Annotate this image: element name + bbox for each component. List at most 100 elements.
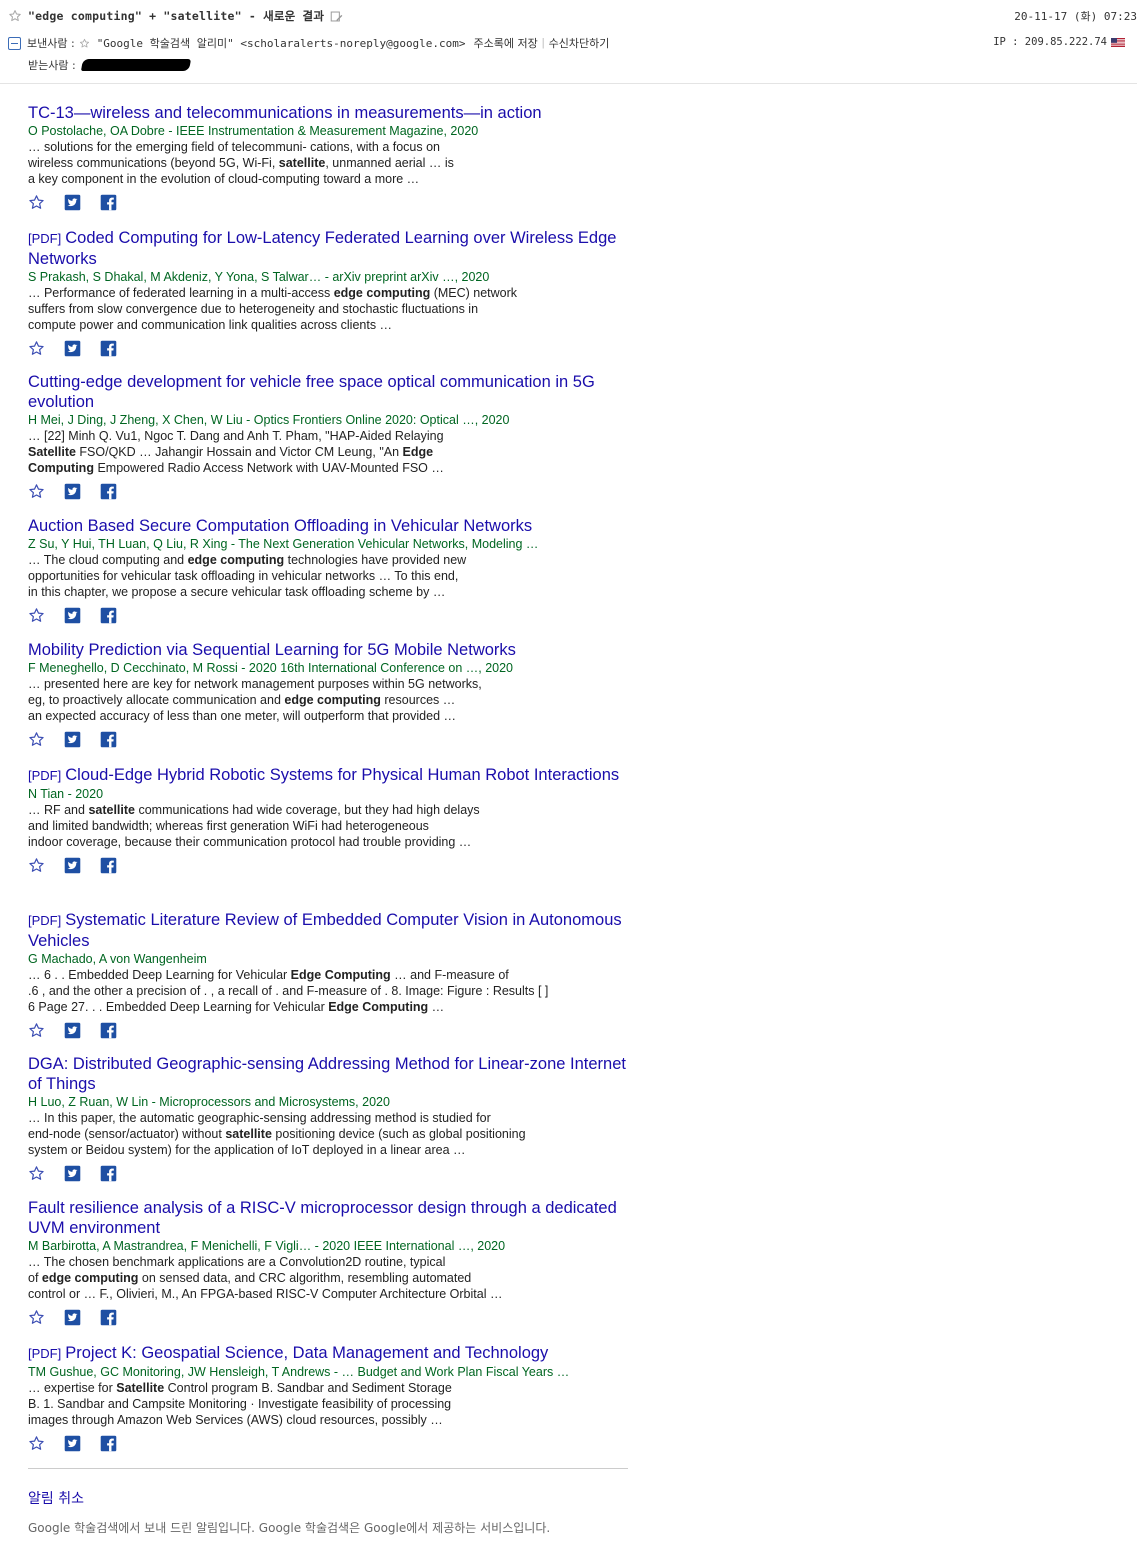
snippet-highlight: Satellite (28, 445, 76, 459)
cancel-alert-link[interactable]: 알림 취소 (28, 1488, 84, 1508)
result-authors: H Luo, Z Ruan, W Lin - Microprocessors a… (28, 1095, 390, 1109)
search-result: DGA: Distributed Geographic-sensing Addr… (28, 1054, 628, 1184)
snippet-text: B. 1. Sandbar and Campsite Monitoring · … (28, 1397, 452, 1411)
star-icon[interactable] (28, 857, 45, 874)
twitter-icon[interactable] (64, 857, 81, 874)
result-authors: N Tian - 2020 (28, 787, 104, 801)
snippet-line: system or Beidou system) for the applica… (28, 1142, 628, 1158)
snippet-line: … solutions for the emerging field of te… (28, 139, 628, 155)
snippet-text: 6 Page 27. . . Embedded Deep Learning fo… (28, 1000, 329, 1014)
twitter-icon[interactable] (64, 607, 81, 624)
result-title-text: Cutting-edge development for vehicle fre… (28, 373, 595, 411)
star-icon[interactable] (28, 194, 45, 211)
snippet-text: communications had wide coverage, but th… (135, 803, 480, 817)
twitter-icon[interactable] (64, 194, 81, 211)
star-icon[interactable] (28, 1435, 45, 1452)
result-title-link[interactable]: Mobility Prediction via Sequential Learn… (28, 640, 628, 660)
result-title-link[interactable]: [PDF] Project K: Geospatial Science, Data… (28, 1343, 628, 1364)
facebook-icon[interactable] (100, 483, 117, 500)
star-icon[interactable] (28, 607, 45, 624)
facebook-icon[interactable] (100, 340, 117, 357)
result-snippet: … RF and satellite communications had wi… (28, 802, 628, 850)
block-sender-link[interactable]: 수신차단하기 (549, 35, 610, 51)
result-title-link[interactable]: Fault resilience analysis of a RISC-V mi… (28, 1198, 628, 1238)
star-icon[interactable] (28, 483, 45, 500)
snippet-line: end-node (sensor/actuator) without satel… (28, 1126, 628, 1142)
result-title-text: DGA: Distributed Geographic-sensing Addr… (28, 1055, 626, 1093)
search-result: TC-13—wireless and telecommunications in… (28, 103, 628, 213)
redacted-recipient (80, 59, 191, 71)
snippet-highlight: Edge (402, 445, 434, 459)
result-snippet: … presented here are key for network man… (28, 676, 628, 724)
snippet-text: … solutions for the emerging field of te… (28, 140, 441, 154)
result-authors: TM Gushue, GC Monitoring, JW Hensleigh, … (28, 1365, 570, 1379)
snippet-text: … presented here are key for network man… (28, 677, 482, 691)
star-icon[interactable] (28, 731, 45, 748)
result-title-link[interactable]: [PDF] Coded Computing for Low-Latency Fed… (28, 228, 628, 269)
snippet-text: positioning device (such as global posit… (271, 1127, 526, 1141)
twitter-icon[interactable] (64, 1022, 81, 1039)
result-snippet: … The chosen benchmark applications are … (28, 1254, 628, 1302)
facebook-icon[interactable] (100, 1435, 117, 1452)
snippet-line: … In this paper, the automatic geographi… (28, 1110, 628, 1126)
twitter-icon[interactable] (64, 1309, 81, 1326)
snippet-line: control or … F., Olivieri, M., An FPGA-b… (28, 1286, 628, 1302)
twitter-icon[interactable] (64, 1435, 81, 1452)
twitter-icon[interactable] (64, 1165, 81, 1182)
snippet-text: an expected accuracy of less than one me… (28, 709, 457, 723)
collapse-icon[interactable] (8, 36, 21, 50)
result-actions (28, 1019, 628, 1041)
search-result: [PDF] Systematic Literature Review of Emb… (28, 910, 628, 1041)
snippet-highlight: Edge Computing (290, 968, 391, 982)
result-title-link[interactable]: TC-13—wireless and telecommunications in… (28, 103, 628, 123)
snippet-highlight: Edge Computing (328, 1000, 429, 1014)
snippet-highlight: Computing (28, 461, 94, 475)
star-icon[interactable] (28, 1165, 45, 1182)
facebook-icon[interactable] (100, 1022, 117, 1039)
result-authors: M Barbirotta, A Mastrandrea, F Menichell… (28, 1239, 506, 1253)
snippet-line: … Performance of federated learning in a… (28, 285, 628, 301)
snippet-text: in this chapter, we propose a secure veh… (28, 585, 446, 599)
star-icon[interactable] (28, 1309, 45, 1326)
result-title-link[interactable]: [PDF] Cloud-Edge Hybrid Robotic Systems f… (28, 765, 628, 786)
snippet-text: Control program B. Sandbar and Sediment … (164, 1381, 452, 1395)
snippet-highlight: edge computing (187, 553, 285, 567)
snippet-text: … Performance of federated learning in a… (28, 286, 334, 300)
snippet-text: a key component in the evolution of clou… (28, 172, 420, 186)
search-result: [PDF] Project K: Geospatial Science, Data… (28, 1343, 628, 1454)
result-title-link[interactable]: Cutting-edge development for vehicle fre… (28, 372, 628, 412)
facebook-icon[interactable] (100, 731, 117, 748)
facebook-icon[interactable] (100, 1309, 117, 1326)
result-authors: Z Su, Y Hui, TH Luan, Q Liu, R Xing - Th… (28, 537, 539, 551)
snippet-line: and limited bandwidth; whereas first gen… (28, 818, 628, 834)
memo-icon[interactable] (330, 10, 343, 23)
result-title-link[interactable]: [PDF] Systematic Literature Review of Emb… (28, 910, 628, 951)
facebook-icon[interactable] (100, 857, 117, 874)
star-icon[interactable] (28, 1022, 45, 1039)
star-outline-icon[interactable] (8, 9, 22, 23)
pdf-tag: [PDF] (28, 768, 62, 783)
twitter-icon[interactable] (64, 483, 81, 500)
facebook-icon[interactable] (100, 1165, 117, 1182)
snippet-highlight: satellite (225, 1127, 272, 1141)
result-actions (28, 1162, 628, 1184)
result-title-link[interactable]: Auction Based Secure Computation Offload… (28, 516, 628, 536)
snippet-text: … The chosen benchmark applications are … (28, 1255, 446, 1269)
twitter-icon[interactable] (64, 731, 81, 748)
sender-star-icon[interactable] (79, 38, 90, 49)
twitter-icon[interactable] (64, 340, 81, 357)
save-to-address-book-link[interactable]: 주소록에 저장 (474, 35, 538, 51)
us-flag-icon (1111, 37, 1125, 47)
snippet-line: … The cloud computing and edge computing… (28, 552, 628, 568)
snippet-text: technologies have provided new (284, 553, 467, 567)
result-title-text: Coded Computing for Low-Latency Federate… (28, 229, 617, 268)
star-icon[interactable] (28, 340, 45, 357)
sender-ip: IP : 209.85.222.74 (993, 36, 1125, 48)
snippet-line: indoor coverage, because their communica… (28, 834, 628, 850)
snippet-text: system or Beidou system) for the applica… (28, 1143, 466, 1157)
result-title-link[interactable]: DGA: Distributed Geographic-sensing Addr… (28, 1054, 628, 1094)
snippet-line: compute power and communication link qua… (28, 317, 628, 333)
facebook-icon[interactable] (100, 194, 117, 211)
snippet-text: … The cloud computing and (28, 553, 188, 567)
facebook-icon[interactable] (100, 607, 117, 624)
